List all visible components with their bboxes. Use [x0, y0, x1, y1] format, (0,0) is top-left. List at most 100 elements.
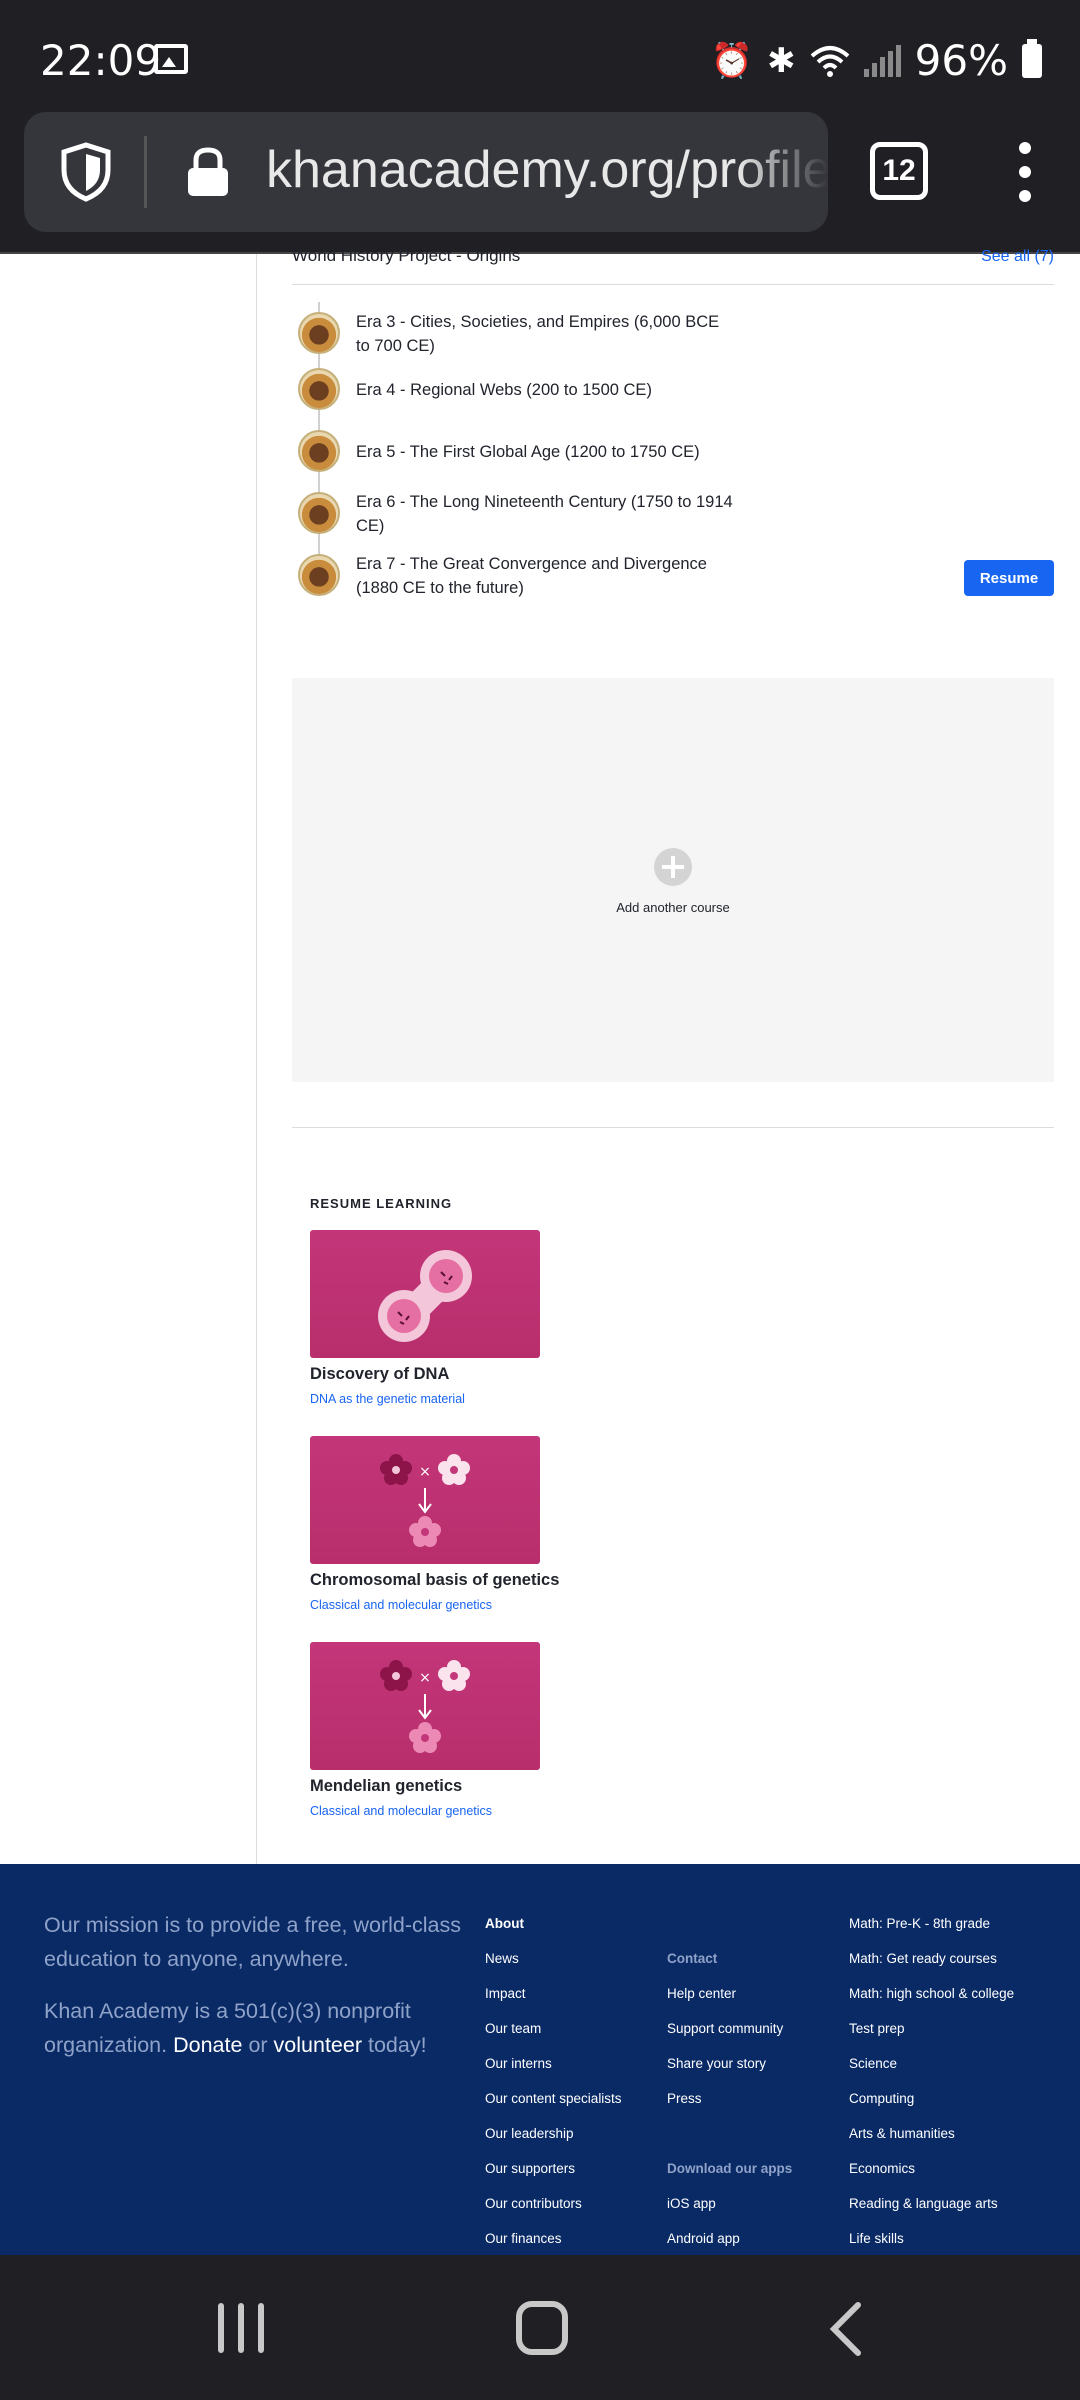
unit-item[interactable]: Era 6 - The Long Nineteenth Century (175… [292, 482, 1054, 542]
unit-icon [298, 368, 340, 410]
url-divider [144, 136, 147, 208]
nonprofit-text: Khan Academy is a 501(c)(3) nonprofit or… [44, 1994, 464, 2062]
recent-apps-button[interactable] [218, 2303, 264, 2353]
footer-link[interactable]: News [485, 1951, 622, 1986]
card-title[interactable]: Mendelian genetics [310, 1777, 462, 1796]
svg-text:×: × [419, 1464, 431, 1480]
unit-icon [298, 492, 340, 534]
footer-link[interactable]: Computing [849, 2091, 1014, 2126]
footer-link[interactable]: Support community [667, 2021, 792, 2056]
gallery-icon [154, 44, 188, 74]
footer-link[interactable]: Math: Get ready courses [849, 1951, 1014, 1986]
footer-link[interactable]: Science [849, 2056, 1014, 2091]
ios-app-link[interactable]: iOS app [667, 2196, 792, 2231]
unit-label[interactable]: Era 4 - Regional Webs (200 to 1500 CE) [356, 378, 736, 402]
footer-link[interactable]: Share your story [667, 2056, 792, 2091]
back-button[interactable] [826, 2301, 866, 2357]
mission-text: Our mission is to provide a free, world-… [44, 1913, 462, 1971]
unit-item[interactable]: Era 3 - Cities, Societies, and Empires (… [292, 302, 1054, 362]
divider [292, 284, 1054, 285]
unit-icon [298, 554, 340, 596]
alarm-icon: ⏰ [710, 40, 754, 81]
battery-percent: 96% [914, 36, 1008, 85]
unit-label[interactable]: Era 7 - The Great Convergence and Diverg… [356, 552, 736, 600]
signal-icon [863, 44, 901, 77]
footer-link[interactable]: Impact [485, 1986, 622, 2021]
bluetooth-icon: ✱ [767, 40, 796, 81]
card-title[interactable]: Discovery of DNA [310, 1365, 449, 1384]
battery-icon [1022, 38, 1042, 78]
footer-link[interactable]: Help center [667, 1986, 792, 2021]
footer-link[interactable]: Our contributors [485, 2196, 622, 2231]
card-subtitle[interactable]: Classical and molecular genetics [310, 1598, 492, 1612]
site-footer: Our mission is to provide a free, world-… [0, 1864, 1080, 2264]
unit-icon [298, 312, 340, 354]
donate-link[interactable]: Donate [173, 2033, 242, 2057]
wifi-icon [810, 45, 849, 77]
flower-cross-icon: × [380, 1454, 470, 1547]
unit-item[interactable]: Era 5 - The First Global Age (1200 to 17… [292, 420, 1054, 480]
footer-apps-heading: Download our apps [667, 2161, 793, 2176]
shield-icon[interactable] [60, 142, 112, 202]
resume-learning-heading: RESUME LEARNING [310, 1196, 453, 1211]
home-button[interactable] [516, 2301, 568, 2355]
genetics-thumbnail[interactable]: × [310, 1642, 540, 1770]
screen: 22:09 ⏰ ✱ 96% khanacademy.org/pro 12 Wor… [0, 0, 1080, 2400]
or-text: or [248, 2033, 268, 2057]
url-bar[interactable]: khanacademy.org/profile/se [24, 112, 828, 232]
mission-statement: Our mission is to provide a free, world-… [44, 1908, 464, 2080]
footer-link[interactable]: Economics [849, 2161, 1014, 2196]
svg-text:×: × [419, 1670, 431, 1686]
unit-item[interactable]: Era 7 - The Great Convergence and Diverg… [292, 544, 1054, 604]
footer-about-heading: About [485, 1916, 524, 1931]
see-all-link[interactable]: See all (7) [981, 248, 1054, 266]
footer-link[interactable]: Our team [485, 2021, 622, 2056]
course-header: World History Project - Origins See all … [292, 246, 1054, 276]
footer-link[interactable]: Our leadership [485, 2126, 622, 2161]
footer-link[interactable]: Math: high school & college [849, 1986, 1014, 2021]
unit-icon [298, 430, 340, 472]
footer-about-column: About News Impact Our team Our interns O… [485, 1916, 622, 2266]
unit-label[interactable]: Era 6 - The Long Nineteenth Century (175… [356, 490, 736, 538]
add-course-label[interactable]: Add another course [292, 900, 1054, 915]
tab-switcher-button[interactable]: 12 [870, 142, 928, 200]
footer-link[interactable]: Our content specialists [485, 2091, 622, 2126]
footer-link[interactable]: Test prep [849, 2021, 1014, 2056]
footer-link[interactable]: Press [667, 2091, 792, 2126]
today-text: today! [367, 2033, 427, 2057]
more-menu-icon[interactable] [1018, 142, 1032, 202]
footer-link[interactable]: Reading & language arts [849, 2196, 1014, 2231]
dna-thumbnail[interactable] [310, 1230, 540, 1358]
unit-label[interactable]: Era 5 - The First Global Age (1200 to 17… [356, 440, 736, 464]
system-nav-bar [0, 2255, 1080, 2400]
footer-subjects-column: Math: Pre-K - 8th grade Math: Get ready … [849, 1916, 1014, 2266]
divider [292, 1127, 1054, 1128]
status-icons: ⏰ ✱ 96% [711, 36, 1042, 85]
lock-icon[interactable] [184, 146, 232, 198]
page-content: World History Project - Origins See all … [0, 246, 1080, 2264]
resume-button[interactable]: Resume [964, 560, 1054, 596]
add-course-card[interactable]: Add another course [292, 678, 1054, 1082]
unit-item[interactable]: Era 4 - Regional Webs (200 to 1500 CE) [292, 358, 1054, 418]
footer-link[interactable]: Our interns [485, 2056, 622, 2091]
status-bar: 22:09 ⏰ ✱ 96% [0, 0, 1080, 112]
footer-link[interactable]: Arts & humanities [849, 2126, 1014, 2161]
footer-link[interactable]: Our supporters [485, 2161, 622, 2196]
footer-contact-heading: Contact [667, 1951, 718, 1966]
footer-link[interactable]: Math: Pre-K - 8th grade [849, 1916, 1014, 1951]
course-title[interactable]: World History Project - Origins [292, 246, 520, 266]
plus-icon[interactable] [654, 848, 692, 886]
browser-toolbar: khanacademy.org/profile/se 12 [0, 112, 1080, 254]
sidebar-divider [256, 254, 257, 1864]
card-title[interactable]: Chromosomal basis of genetics [310, 1571, 559, 1590]
unit-label[interactable]: Era 3 - Cities, Societies, and Empires (… [356, 310, 736, 358]
volunteer-link[interactable]: volunteer [274, 2033, 362, 2057]
url-fade [738, 112, 828, 232]
status-time: 22:09 [40, 36, 162, 85]
card-subtitle[interactable]: DNA as the genetic material [310, 1392, 465, 1406]
card-subtitle[interactable]: Classical and molecular genetics [310, 1804, 492, 1818]
cell-division-icon [378, 1250, 472, 1342]
flower-cross-icon: × [380, 1660, 470, 1753]
genetics-thumbnail[interactable]: × [310, 1436, 540, 1564]
footer-contact-column: Contact Help center Support community Sh… [667, 1951, 792, 2266]
